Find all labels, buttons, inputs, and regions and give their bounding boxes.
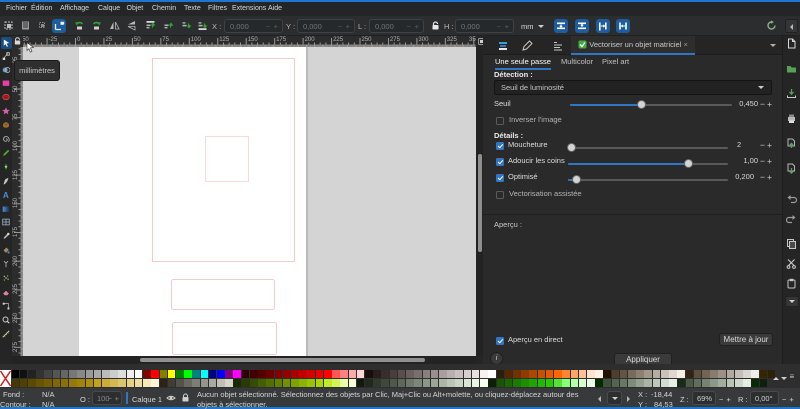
svg-text:A: A (3, 191, 9, 199)
